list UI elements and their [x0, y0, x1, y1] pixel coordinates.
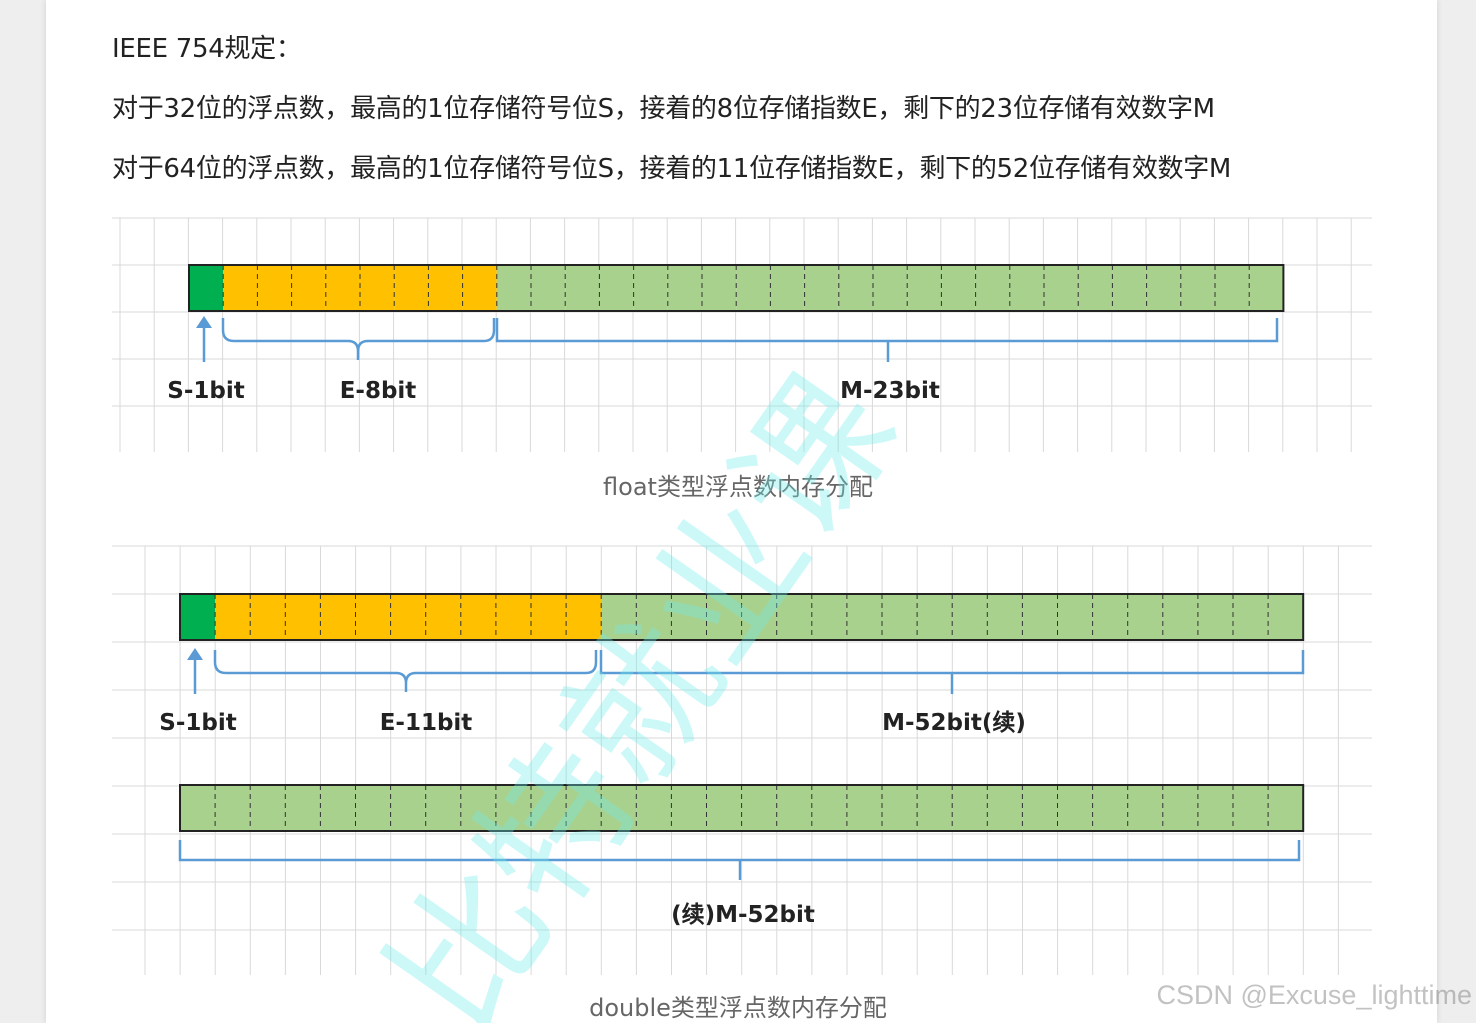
double-bit-row-1: [179, 593, 1305, 641]
exponent-bit-cell: [320, 594, 356, 640]
mantissa-bit-cell: [390, 785, 426, 831]
mantissa-bit-cell: [846, 785, 882, 831]
double-mantissa-continued-label: (续)M-52bit: [671, 901, 815, 928]
exponent-bit-cell: [285, 594, 321, 640]
double-exponent-brace: [213, 650, 598, 692]
mantissa-bit-cell: [917, 594, 953, 640]
mantissa-bit-cell: [1162, 594, 1198, 640]
mantissa-bit-cell: [1197, 594, 1233, 640]
mantissa-bit-cell: [1022, 594, 1058, 640]
mantissa-bit-cell: [601, 785, 637, 831]
mantissa-bit-cell: [952, 594, 988, 640]
mantissa-bit-cell: [460, 785, 496, 831]
mantissa-bit-cell: [882, 594, 918, 640]
mantissa-bit-cell: [776, 594, 812, 640]
mantissa-bit-cell: [917, 785, 953, 831]
mantissa-bit-cell: [1268, 785, 1304, 831]
mantissa-bit-cell: [1127, 594, 1163, 640]
mantissa-bit-cell: [1268, 594, 1304, 640]
mantissa-bit-cell: [566, 785, 602, 831]
mantissa-bit-cell: [882, 785, 918, 831]
mantissa-bit-cell: [1057, 594, 1093, 640]
mantissa-bit-cell: [425, 785, 461, 831]
mantissa-bit-cell: [1233, 594, 1269, 640]
mantissa-bit-cell: [1092, 594, 1128, 640]
mantissa-bit-cell: [531, 785, 567, 831]
mantissa-bit-cell: [1197, 785, 1233, 831]
exponent-bit-cell: [355, 594, 391, 640]
mantissa-bit-cell: [495, 785, 531, 831]
exponent-bit-cell: [460, 594, 496, 640]
mantissa-bit-cell: [846, 594, 882, 640]
exponent-bit-cell: [566, 594, 602, 640]
mantissa-bit-cell: [180, 785, 216, 831]
mantissa-bit-cell: [320, 785, 356, 831]
mantissa-bit-cell: [215, 785, 251, 831]
mantissa-bit-cell: [741, 785, 777, 831]
mantissa-bit-cell: [601, 594, 637, 640]
sign-bit-cell: [180, 594, 216, 640]
mantissa-bit-cell: [1233, 785, 1269, 831]
arrow-head-icon: [187, 648, 203, 660]
exponent-bit-cell: [250, 594, 286, 640]
mantissa-bit-cell: [776, 785, 812, 831]
mantissa-bit-cell: [250, 785, 286, 831]
mantissa-bit-cell: [636, 594, 672, 640]
double-sign-label: S-1bit: [159, 710, 236, 736]
double-mantissa-label: M-52bit(续): [882, 709, 1026, 736]
mantissa-bit-cell: [1162, 785, 1198, 831]
mantissa-bit-cell: [706, 594, 742, 640]
mantissa-bit-cell: [987, 594, 1023, 640]
exponent-bit-cell: [531, 594, 567, 640]
exponent-bit-cell: [425, 594, 461, 640]
double-exponent-label: E-11bit: [380, 710, 473, 736]
mantissa-bit-cell: [671, 594, 707, 640]
mantissa-bit-cell: [952, 785, 988, 831]
exponent-bit-cell: [495, 594, 531, 640]
exponent-bit-cell: [215, 594, 251, 640]
double-bit-row-2: [179, 784, 1305, 832]
mantissa-bit-cell: [355, 785, 391, 831]
mantissa-bit-cell: [811, 785, 847, 831]
mantissa-bit-cell: [671, 785, 707, 831]
mantissa-bit-cell: [636, 785, 672, 831]
mantissa-bit-cell: [1092, 785, 1128, 831]
csdn-credit: CSDN @Excuse_lighttime: [1156, 980, 1472, 1010]
mantissa-bit-cell: [1057, 785, 1093, 831]
mantissa-bit-cell: [1127, 785, 1163, 831]
mantissa-bit-cell: [706, 785, 742, 831]
mantissa-bit-cell: [811, 594, 847, 640]
double-memory-diagram: S-1bit E-11bit M-52bit(续) (续)M-52bit: [112, 545, 1372, 975]
exponent-bit-cell: [390, 594, 426, 640]
mantissa-bit-cell: [1022, 785, 1058, 831]
mantissa-bit-cell: [987, 785, 1023, 831]
double-mantissa-continued-brace: [178, 840, 1301, 880]
mantissa-bit-cell: [741, 594, 777, 640]
mantissa-bit-cell: [285, 785, 321, 831]
